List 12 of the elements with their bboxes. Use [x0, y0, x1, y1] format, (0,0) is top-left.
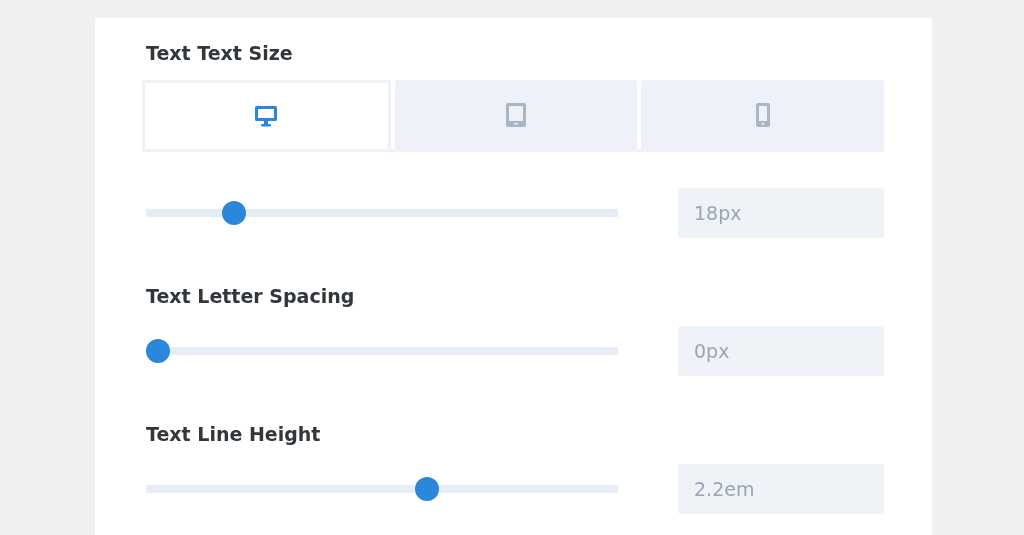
setting-label: Text Letter Spacing — [146, 284, 356, 309]
value-field[interactable]: 18px — [678, 188, 884, 238]
slider-thumb[interactable] — [146, 339, 170, 363]
slider-thumb[interactable] — [222, 201, 247, 225]
value-field[interactable]: 2.2em — [678, 464, 884, 514]
setting-label: Text Line Height — [146, 422, 322, 447]
setting-label: Text Text Size — [146, 41, 294, 66]
value-field[interactable]: 0px — [678, 326, 884, 376]
monitor-icon — [254, 104, 279, 128]
tablet-icon — [506, 102, 526, 127]
slider-thumb[interactable] — [414, 477, 439, 501]
phone-icon — [755, 102, 770, 127]
